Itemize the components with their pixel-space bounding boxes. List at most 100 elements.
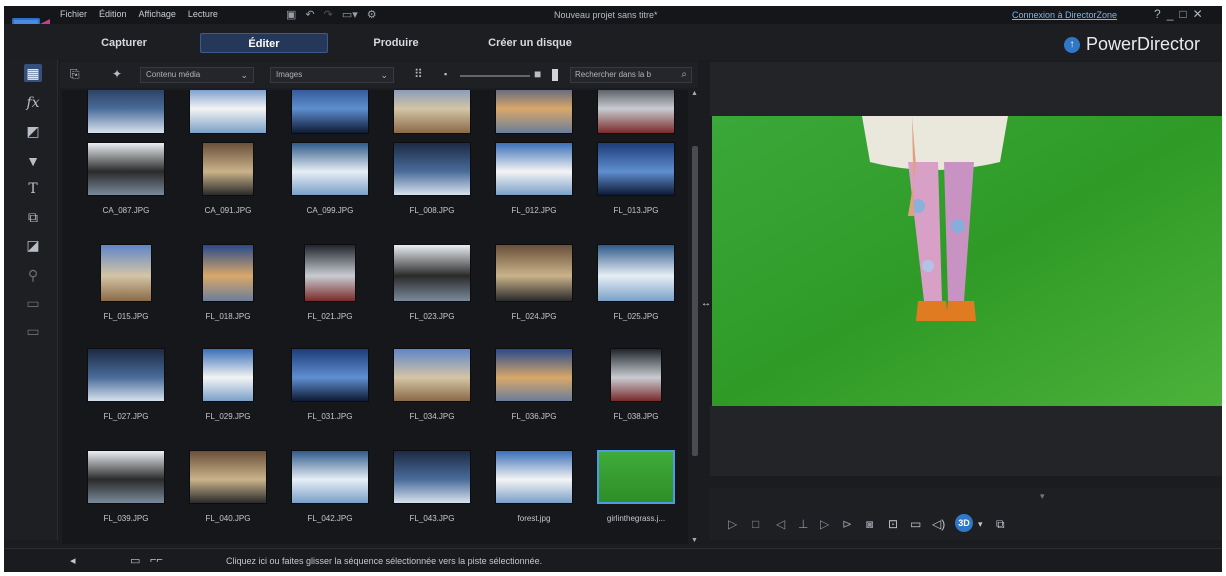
settings-gear-icon[interactable]: ⚙	[367, 8, 377, 21]
timeline-icon[interactable]: ⌐⌐	[150, 554, 163, 566]
media-thumbnail[interactable]	[189, 90, 267, 134]
title-room-icon[interactable]: T	[24, 180, 42, 198]
layout-icon[interactable]: ▭▾	[342, 8, 358, 21]
media-thumbnail[interactable]	[202, 244, 254, 302]
display-mode-icon[interactable]: ⊡	[888, 517, 898, 531]
view-grid-icon[interactable]: ⠿	[414, 67, 423, 81]
undock-preview-icon[interactable]: ⧉	[996, 517, 1005, 532]
content-dropdown[interactable]: Contenu média ⌄	[140, 67, 254, 83]
minimize-button[interactable]: _	[1167, 7, 1174, 21]
transition-room-icon[interactable]: ⧉	[24, 208, 42, 226]
save-icon[interactable]: ▣	[286, 8, 296, 21]
close-button[interactable]: ✕	[1193, 7, 1203, 21]
thumbnail-size-slider[interactable]	[460, 75, 530, 77]
search-icon[interactable]: ⌕	[681, 68, 687, 82]
media-thumbnail[interactable]	[87, 450, 165, 504]
play-icon[interactable]: ▷	[728, 517, 737, 531]
maximize-button[interactable]: □	[1179, 7, 1186, 21]
snapshot-icon[interactable]: ◙	[866, 517, 873, 531]
media-thumbnail[interactable]	[393, 348, 471, 402]
tab-creer-disque[interactable]: Créer un disque	[470, 33, 590, 53]
split-icon[interactable]: ⊥	[798, 517, 808, 531]
media-thumbnail[interactable]	[202, 348, 254, 402]
help-button[interactable]: ?	[1154, 7, 1161, 21]
audio-settings-icon[interactable]: ◂	[70, 554, 76, 567]
media-thumbnail[interactable]	[495, 450, 573, 504]
upgrade-icon[interactable]: ↑	[1064, 36, 1080, 53]
voiceover-mic-icon[interactable]: ⚲	[24, 266, 42, 284]
menu-lecture[interactable]: Lecture	[188, 9, 218, 19]
external-display-icon[interactable]: ▭	[910, 517, 921, 531]
player-info-row: --:--:--:-- ▾	[710, 488, 1222, 510]
media-thumbnail[interactable]	[393, 90, 471, 134]
media-thumbnail[interactable]	[393, 450, 471, 504]
media-thumbnail[interactable]	[597, 244, 675, 302]
subtitle-room-icon[interactable]: ▭	[24, 322, 42, 340]
media-thumbnail[interactable]	[291, 142, 369, 196]
small-thumbnail-icon[interactable]: ▪	[444, 69, 447, 79]
library-scrollbar-thumb[interactable]	[692, 146, 698, 456]
previous-frame-icon[interactable]: ◁	[776, 517, 785, 531]
tab-capturer[interactable]: Capturer	[74, 33, 174, 53]
pip-room-icon[interactable]: ◩	[24, 122, 42, 140]
plugin-icon[interactable]: ✦	[112, 67, 122, 81]
import-media-icon[interactable]: ⎘	[70, 67, 80, 82]
undo-icon[interactable]: ↶	[305, 8, 314, 21]
media-thumbnail[interactable]	[87, 348, 165, 402]
large-thumbnail-icon[interactable]: ■	[534, 67, 541, 81]
menu-edition[interactable]: Édition	[99, 9, 127, 19]
scroll-down-icon[interactable]: ▼	[691, 537, 698, 544]
media-thumbnail[interactable]	[202, 142, 254, 196]
tab-produire[interactable]: Produire	[354, 33, 438, 53]
media-type-dropdown[interactable]: Images ⌄	[270, 67, 394, 83]
media-thumbnail[interactable]	[495, 348, 573, 402]
effects-room-icon[interactable]: fx	[24, 94, 42, 112]
media-thumbnail[interactable]	[495, 244, 573, 302]
media-thumbnail[interactable]	[597, 142, 675, 196]
fast-forward-icon[interactable]: ⊳	[842, 517, 852, 531]
chapter-room-icon[interactable]: ▭	[24, 294, 42, 312]
media-thumbnail[interactable]	[291, 450, 369, 504]
panel-resize-handle-icon[interactable]: ↔	[701, 298, 711, 309]
media-thumbnail[interactable]	[189, 450, 267, 504]
media-filename: FL_029.JPG	[205, 412, 251, 421]
media-room-icon[interactable]: ▦	[24, 64, 42, 82]
media-thumbnail[interactable]	[100, 244, 152, 302]
next-frame-icon[interactable]: ▷	[820, 517, 829, 531]
media-thumbnail[interactable]	[304, 244, 356, 302]
scroll-up-icon[interactable]: ▲	[691, 90, 698, 97]
storyboard-icon[interactable]: ▭	[130, 554, 140, 567]
particle-room-icon[interactable]: ▼	[24, 152, 42, 170]
quick-toolbar: ▣ ↶ ↷ ▭▾ ⚙	[286, 8, 377, 21]
media-thumbnail[interactable]	[495, 142, 573, 196]
media-filename: FL_031.JPG	[307, 412, 353, 421]
menu-affichage[interactable]: Affichage	[139, 9, 176, 19]
media-search-input[interactable]: Rechercher dans la b ⌕	[570, 67, 692, 83]
media-thumbnail[interactable]	[87, 90, 165, 134]
tab-editer[interactable]: Éditer	[200, 33, 328, 53]
media-filename: FL_025.JPG	[613, 312, 659, 321]
3d-mode-button[interactable]: 3D	[955, 514, 973, 532]
media-thumbnail[interactable]	[393, 142, 471, 196]
directorzone-login-link[interactable]: Connexion à DirectorZone	[1012, 10, 1117, 20]
media-thumbnail[interactable]	[597, 90, 675, 134]
menu-fichier[interactable]: Fichier	[60, 9, 87, 19]
volume-icon[interactable]: ◁)	[932, 517, 945, 531]
thumbnail-size-slider-knob[interactable]	[552, 69, 558, 81]
media-thumbnail[interactable]	[291, 90, 369, 134]
timecode-dropdown-icon[interactable]: ▾	[1040, 491, 1045, 502]
3d-dropdown-icon[interactable]: ▾	[978, 519, 983, 530]
audio-mixing-icon[interactable]: ◪	[24, 236, 42, 254]
media-thumbnail[interactable]	[597, 450, 675, 504]
media-thumbnail[interactable]	[291, 348, 369, 402]
media-thumbnail[interactable]	[87, 142, 165, 196]
media-thumbnail[interactable]	[610, 348, 662, 402]
media-filename: FL_021.JPG	[307, 312, 353, 321]
media-filename: FL_040.JPG	[205, 514, 251, 523]
media-thumbnail[interactable]	[393, 244, 471, 302]
media-filename: CA_087.JPG	[102, 206, 150, 215]
media-thumbnail[interactable]	[495, 90, 573, 134]
status-bar: ◂ ▭ ⌐⌐ Cliquez ici ou faites glisser la …	[4, 548, 1222, 572]
stop-icon[interactable]: □	[752, 517, 759, 531]
redo-icon[interactable]: ↷	[324, 8, 333, 21]
